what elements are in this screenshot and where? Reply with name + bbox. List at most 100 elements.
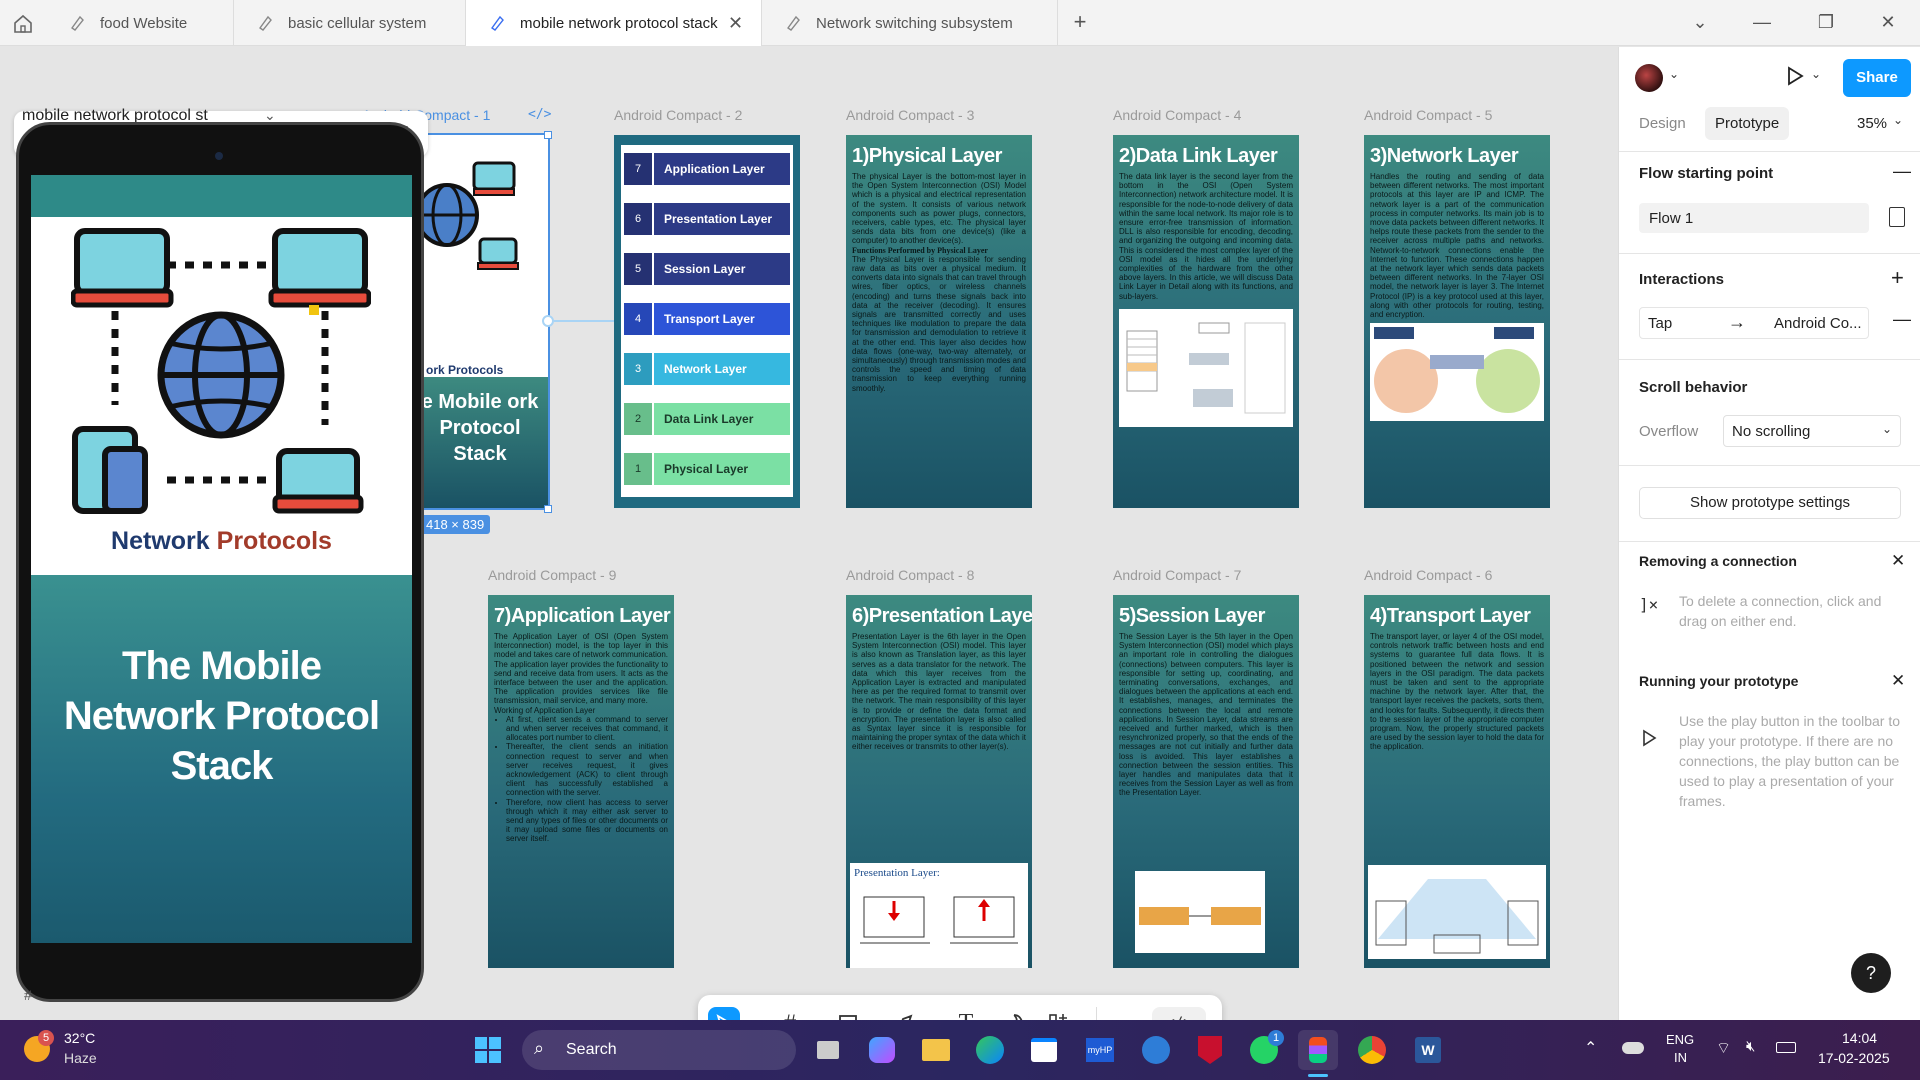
frame-android-compact-4[interactable]: 2)Data Link Layer The data link layer is… [1113, 135, 1299, 508]
remove-interaction-icon[interactable]: — [1893, 309, 1911, 330]
app-icon[interactable] [1136, 1030, 1176, 1070]
frame-android-compact-3[interactable]: 1)Physical Layer The physical Layer is t… [846, 135, 1032, 508]
tab-food-website[interactable]: food Website [46, 0, 234, 46]
frame-label[interactable]: Android Compact - 6 [1364, 567, 1492, 583]
chevron-down-icon[interactable]: ⌄ [810, 1013, 820, 1020]
chevron-down-icon[interactable]: ⌄ [868, 1013, 878, 1020]
add-interaction-icon[interactable]: + [1891, 265, 1904, 291]
frame-android-compact-9[interactable]: 7)Application Layer The Application Laye… [488, 595, 674, 968]
frame-android-compact-7[interactable]: 5)Session Layer The Session Layer is the… [1113, 595, 1299, 968]
store-icon[interactable] [1024, 1030, 1064, 1070]
frame-android-compact-5[interactable]: 3)Network Layer Handles the routing and … [1364, 135, 1550, 508]
text-tool-button[interactable]: T [950, 1007, 982, 1021]
frame-label[interactable]: Android Compact - 4 [1113, 107, 1241, 123]
frame-label[interactable]: Android Compact - 9 [488, 567, 616, 583]
show-prototype-settings-button[interactable]: Show prototype settings [1639, 487, 1901, 519]
task-view-icon[interactable] [808, 1030, 848, 1070]
language-secondary[interactable]: IN [1674, 1050, 1687, 1065]
frame-title: 5)Session Layer [1119, 605, 1265, 627]
selection-handle[interactable] [544, 131, 552, 139]
dimension-badge: 418 × 839 [420, 515, 491, 534]
close-icon[interactable]: ✕ [1891, 551, 1905, 571]
phone-preview[interactable]: Network Protocols The Mobile Network Pro… [16, 122, 424, 1002]
wifi-icon[interactable]: ⌔ [1716, 1038, 1731, 1058]
taskbar: 5 32°C Haze ⌕ Search myHP 1 W ⌃ ENG IN ⌔… [0, 1020, 1920, 1080]
frame-label[interactable]: Android Compact - 5 [1364, 107, 1492, 123]
home-icon[interactable] [12, 13, 34, 35]
osi-layer-number: 5 [624, 253, 654, 285]
selection-handle[interactable] [544, 505, 552, 513]
play-icon[interactable] [1785, 65, 1805, 92]
interaction-row[interactable]: Tap → Android Co... [1639, 307, 1869, 339]
volume-icon[interactable]: 🔇︎ [1746, 1038, 1755, 1055]
chrome-icon[interactable] [1352, 1030, 1392, 1070]
flow-description-icon[interactable] [1889, 207, 1905, 227]
frame-android-compact-6[interactable]: 4)Transport Layer The transport layer, o… [1364, 595, 1550, 968]
frame-label[interactable]: Android Compact - 2 [614, 107, 742, 123]
help-button[interactable]: ? [1851, 953, 1891, 993]
restore-icon[interactable]: ❐ [1816, 12, 1836, 32]
close-icon[interactable]: ✕ [1891, 671, 1905, 691]
tab-basic-cellular-system[interactable]: basic cellular system [234, 0, 466, 46]
avatar[interactable] [1635, 64, 1663, 92]
language-primary[interactable]: ENG [1666, 1032, 1694, 1047]
frame-label[interactable]: Android Compact - 3 [846, 107, 974, 123]
frame-android-compact-8[interactable]: 6)Presentation Layer Presentation Layer … [846, 595, 1032, 968]
tab-prototype[interactable]: Prototype [1705, 107, 1790, 140]
new-tab-icon[interactable]: + [1070, 11, 1090, 33]
tab-design[interactable]: Design [1639, 115, 1686, 132]
chevron-down-icon[interactable]: ⌄ [1811, 67, 1821, 81]
chevron-down-icon[interactable]: ⌄ [1690, 12, 1710, 32]
frame-body: The data link layer is the second layer … [1119, 172, 1293, 301]
flow-name-field[interactable]: Flow 1 [1639, 203, 1869, 233]
pen-tool-button[interactable] [890, 1007, 922, 1020]
comment-tool-button[interactable] [998, 1007, 1030, 1020]
mcafee-icon[interactable] [1190, 1030, 1230, 1070]
remove-flow-icon[interactable]: — [1893, 161, 1911, 182]
file-explorer-icon[interactable] [916, 1030, 956, 1070]
close-window-icon[interactable]: ✕ [1878, 12, 1898, 32]
edge-icon[interactable] [970, 1030, 1010, 1070]
canvas[interactable]: Android Compact - 1 </> Android Compact … [0, 47, 1617, 1020]
brand-word: Network [111, 527, 210, 555]
word-icon[interactable]: W [1408, 1030, 1448, 1070]
zoom-level[interactable]: 35% [1857, 115, 1887, 132]
clock-time[interactable]: 14:04 [1842, 1030, 1877, 1046]
frame-android-compact-2[interactable]: 7 Application Layer 6 Presentation Layer 5 Se… [614, 135, 800, 508]
close-tab-icon[interactable]: ✕ [728, 13, 743, 34]
actions-tool-button[interactable] [1042, 1007, 1074, 1020]
tab-mobile-network-protocol-stack[interactable]: mobile network protocol stack ✕ [466, 0, 762, 46]
frame-label[interactable]: Android Compact - 8 [846, 567, 974, 583]
phone-screen[interactable]: Network Protocols The Mobile Network Pro… [31, 175, 412, 943]
figma-icon[interactable] [1298, 1030, 1338, 1070]
properties-panel: ⌄ ⌄ Share Design Prototype 35% ⌄ Flow st… [1618, 47, 1920, 1020]
osi-layer-number: 6 [624, 203, 654, 235]
tab-network-switching-subsystem[interactable]: Network switching subsystem [762, 0, 1058, 46]
myhp-icon[interactable]: myHP [1080, 1030, 1120, 1070]
share-button[interactable]: Share [1843, 59, 1911, 97]
chevron-down-icon[interactable]: ⌄ [1669, 67, 1679, 81]
overflow-select[interactable]: No scrolling ⌄ [1723, 415, 1901, 447]
connection-handle[interactable] [542, 315, 554, 327]
code-icon[interactable]: </> [528, 107, 551, 122]
clock-date[interactable]: 17-02-2025 [1818, 1050, 1890, 1066]
chevron-up-icon[interactable]: ⌃ [1584, 1038, 1597, 1058]
windows-start-icon[interactable] [468, 1030, 508, 1070]
tab-label: food Website [100, 14, 188, 32]
battery-icon[interactable] [1776, 1042, 1796, 1053]
frame-tool-button[interactable]: # [774, 1007, 806, 1020]
list-item: Therefore, now client has access to serv… [506, 798, 668, 844]
osi-layer-name: Session Layer [664, 262, 746, 276]
onedrive-icon[interactable] [1622, 1042, 1644, 1054]
frame-label[interactable]: Android Compact - 7 [1113, 567, 1241, 583]
move-tool-button[interactable] [708, 1007, 740, 1020]
panel-divider [1619, 253, 1920, 254]
dev-mode-button[interactable]: </> [1152, 1007, 1206, 1020]
chevron-down-icon[interactable]: ⌄ [926, 1013, 936, 1020]
chevron-down-icon[interactable]: ⌄ [1893, 113, 1903, 127]
chevron-down-icon[interactable]: ⌄ [744, 1013, 754, 1020]
minimize-icon[interactable]: — [1752, 12, 1772, 32]
copilot-icon[interactable] [862, 1030, 902, 1070]
rectangle-tool-button[interactable] [832, 1007, 864, 1020]
taskbar-search[interactable]: ⌕ Search [522, 1030, 796, 1070]
